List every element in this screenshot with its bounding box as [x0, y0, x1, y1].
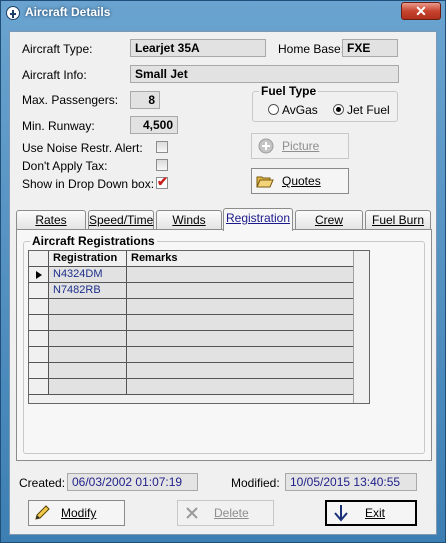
grid-vertical-scrollbar[interactable]	[353, 251, 369, 403]
home-base-field[interactable]: FXE	[342, 39, 398, 57]
picture-button[interactable]: Picture	[251, 133, 349, 159]
registration-cell[interactable]	[49, 347, 127, 363]
min-runway-field[interactable]: 4,500	[130, 116, 178, 134]
remarks-cell[interactable]	[127, 379, 354, 395]
table-row[interactable]	[29, 315, 354, 331]
aircraft-info-label: Aircraft Info:	[22, 68, 87, 82]
picture-plus-icon	[258, 138, 274, 154]
row-indicator	[29, 331, 49, 347]
dont-apply-tax-checkbox[interactable]	[156, 159, 168, 171]
tab-fuel-burn[interactable]: Fuel Burn	[365, 210, 431, 230]
fuel-type-legend: Fuel Type	[261, 84, 317, 98]
row-indicator	[29, 363, 49, 379]
app-compass-icon	[6, 6, 20, 20]
registration-cell[interactable]: N7482RB	[49, 283, 127, 299]
table-row[interactable]	[29, 379, 354, 395]
client-area: Aircraft Type: Learjet 35A Home Base: FX…	[9, 31, 437, 535]
row-indicator	[29, 379, 49, 395]
avgas-label: AvGas	[282, 103, 318, 117]
delete-button-label: Delete	[214, 506, 249, 520]
min-runway-label: Min. Runway:	[22, 119, 95, 133]
jet-fuel-label: Jet Fuel	[347, 103, 390, 117]
aircraft-type-field[interactable]: Learjet 35A	[130, 39, 266, 57]
table-row[interactable]: N7482RB	[29, 283, 354, 299]
header-registration[interactable]: Registration	[49, 251, 127, 267]
max-passengers-field[interactable]: 8	[130, 91, 160, 109]
remarks-cell[interactable]	[127, 347, 354, 363]
created-label: Created:	[19, 476, 66, 490]
remarks-cell[interactable]	[127, 315, 354, 331]
aircraft-type-label: Aircraft Type:	[22, 42, 93, 56]
delete-button[interactable]: Delete	[177, 500, 274, 526]
table-row[interactable]: N4324DM	[29, 267, 354, 283]
exit-button[interactable]: Exit	[325, 500, 417, 526]
modify-button[interactable]: Modify	[28, 500, 125, 526]
modify-button-label: Modify	[61, 506, 97, 520]
quotes-button[interactable]: Quotes	[251, 168, 349, 194]
registration-cell[interactable]	[49, 315, 127, 331]
dont-apply-tax-label: Don't Apply Tax:	[22, 159, 108, 173]
exit-arrow-down-icon	[334, 505, 348, 522]
close-button[interactable]: ✕	[401, 2, 441, 20]
registration-cell[interactable]	[49, 299, 127, 315]
remarks-cell[interactable]	[127, 299, 354, 315]
modified-field: 10/05/2015 13:40:55	[285, 473, 417, 491]
noise-alert-checkbox[interactable]	[156, 141, 168, 153]
quotes-button-label: Quotes	[282, 174, 321, 188]
created-field: 06/03/2002 01:07:19	[67, 473, 198, 491]
remarks-cell[interactable]	[127, 363, 354, 379]
tab-speed-time[interactable]: Speed/Time	[88, 210, 154, 230]
remarks-cell[interactable]	[127, 267, 354, 283]
table-row[interactable]	[29, 347, 354, 363]
row-indicator	[29, 299, 49, 315]
noise-alert-label: Use Noise Restr. Alert:	[22, 141, 143, 155]
registrations-grid[interactable]: Registration Remarks N4324DM N7482RB	[28, 250, 370, 404]
modified-label: Modified:	[231, 476, 280, 490]
max-passengers-label: Max. Passengers:	[22, 93, 119, 107]
tab-registration[interactable]: Registration	[223, 208, 293, 231]
registration-cell[interactable]	[49, 379, 127, 395]
show-in-dropdown-checkbox[interactable]	[156, 174, 168, 190]
avgas-radio[interactable]	[268, 104, 279, 115]
remarks-cell[interactable]	[127, 331, 354, 347]
folder-open-icon	[256, 176, 274, 188]
table-row[interactable]	[29, 363, 354, 379]
picture-button-label: Picture	[282, 139, 320, 153]
registration-cell[interactable]	[49, 331, 127, 347]
delete-x-icon	[186, 507, 198, 519]
header-remarks[interactable]: Remarks	[127, 251, 354, 267]
remarks-cell[interactable]	[127, 283, 354, 299]
tab-rates[interactable]: Rates	[16, 210, 86, 230]
jet-fuel-radio[interactable]	[333, 104, 344, 115]
header-indicator-cell	[29, 251, 49, 267]
tab-crew[interactable]: Crew	[295, 210, 363, 230]
pencil-icon	[35, 505, 50, 520]
row-indicator	[29, 315, 49, 331]
show-in-dropdown-label: Show in Drop Down box:	[22, 177, 155, 191]
table-row[interactable]	[29, 331, 354, 347]
window-title: Aircraft Details	[25, 5, 111, 19]
title-bar[interactable]: Aircraft Details ✕	[1, 1, 445, 25]
table-row[interactable]	[29, 299, 354, 315]
grid-header-row: Registration Remarks	[29, 251, 354, 267]
aircraft-info-field[interactable]: Small Jet	[130, 65, 399, 83]
home-base-label: Home Base:	[278, 42, 345, 56]
exit-button-label: Exit	[365, 506, 386, 520]
row-indicator	[29, 347, 49, 363]
row-indicator	[29, 267, 49, 283]
registration-cell[interactable]	[49, 363, 127, 379]
registration-cell[interactable]: N4324DM	[49, 267, 127, 283]
tab-winds[interactable]: Winds	[156, 210, 222, 230]
detail-tabs: Rates Speed/Time Winds Registration Crew…	[16, 208, 432, 231]
aircraft-details-window: Aircraft Details ✕ Aircraft Type: Learje…	[0, 0, 446, 543]
aircraft-registrations-legend: Aircraft Registrations	[32, 234, 155, 248]
row-indicator	[29, 283, 49, 299]
current-row-arrow-icon	[36, 271, 42, 279]
